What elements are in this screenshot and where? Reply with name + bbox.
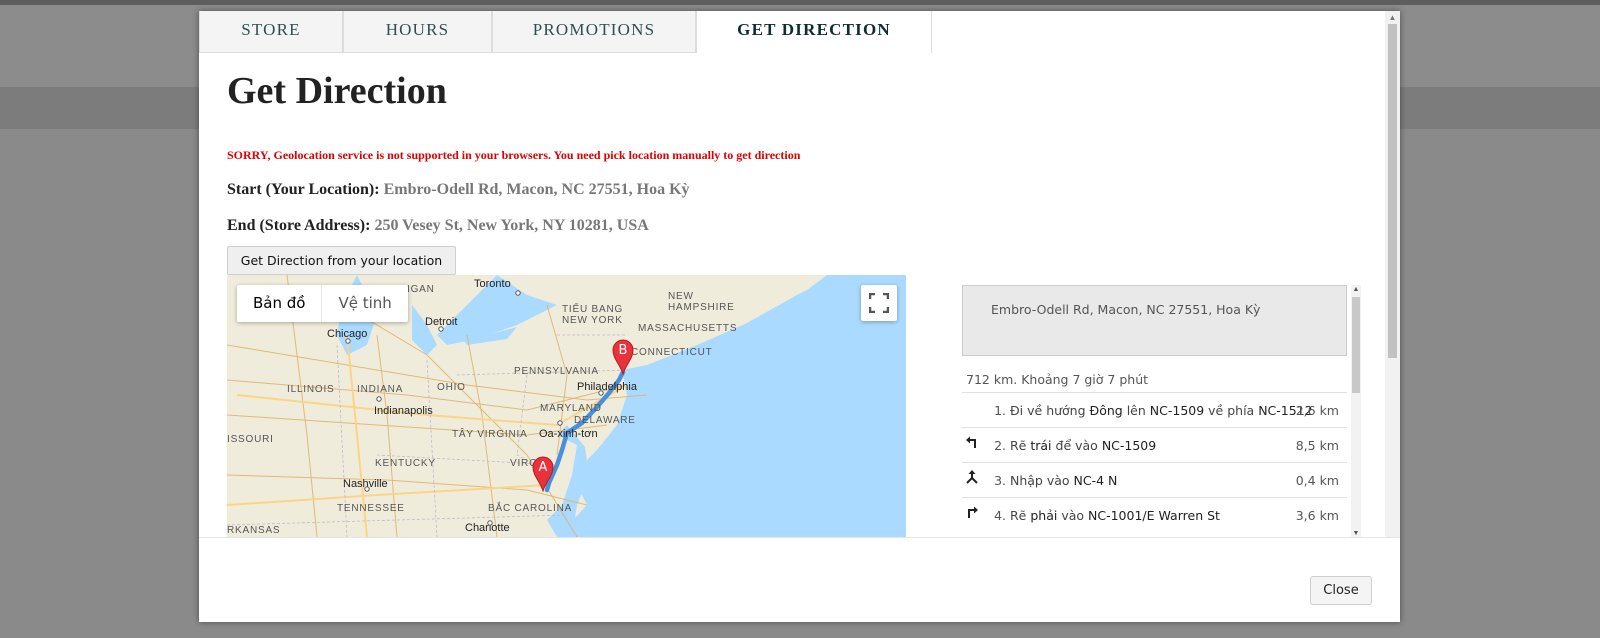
direction-map[interactable]: Toronto HIGAN Detroit Chicago NEW HAMPSHI… <box>227 275 906 537</box>
turn-right-icon <box>965 505 979 521</box>
step-number: 1. <box>994 403 1006 418</box>
step-icon <box>965 400 979 416</box>
map-label-new-york-state: TIỂU BANG NEW YORK <box>562 302 623 326</box>
map-label-maryland: MARYLAND <box>540 403 602 414</box>
map-label-indiana: INDIANA <box>357 384 403 395</box>
step-number: 3. <box>994 473 1006 488</box>
geolocation-error-message: SORRY, Geolocation service is not suppor… <box>227 148 801 162</box>
tab-store[interactable]: STORE <box>199 11 343 53</box>
direction-step[interactable]: 4. Rẽ phải vào NC-1001/E Warren St 3,6 k… <box>962 497 1347 532</box>
end-location-value: 250 Vesey St, New York, NY 10281, USA <box>374 217 649 234</box>
map-label-ohio: OHIO <box>437 382 466 393</box>
step-instruction: Đi về hướng Đông lên NC-1509 về phía NC-… <box>1010 403 1313 418</box>
directions-steps: 1. Đi về hướng Đông lên NC-1509 về phía … <box>962 392 1347 532</box>
direction-step[interactable]: 1. Đi về hướng Đông lên NC-1509 về phía … <box>962 392 1347 427</box>
directions-origin: Embro-Odell Rd, Macon, NC 27551, Hoa Kỳ <box>962 285 1347 356</box>
step-instruction: Nhập vào NC-4 N <box>1010 473 1118 488</box>
map-label-kentucky: KENTUCKY <box>375 458 436 469</box>
get-direction-from-location-button[interactable]: Get Direction from your location <box>227 246 456 275</box>
directions-panel: Embro-Odell Rd, Macon, NC 27551, Hoa Kỳ … <box>962 281 1359 537</box>
map-marker-a-label: A <box>538 460 548 475</box>
map-label-north-carolina: BẮC CAROLINA <box>488 501 572 514</box>
direction-step[interactable]: 3. Nhập vào NC-4 N 0,4 km <box>962 462 1347 497</box>
step-distance: 2,6 km <box>1295 403 1339 418</box>
map-label-pennsylvania: PENNSYLVANIA <box>514 366 599 377</box>
scroll-up-arrow-icon[interactable]: ▲ <box>1352 285 1360 293</box>
step-number: 2. <box>994 438 1006 453</box>
map-label-detroit: Detroit <box>425 316 457 328</box>
map-label-connecticut: CONNECTICUT <box>631 347 713 358</box>
tab-get-direction[interactable]: GET DIRECTION <box>696 11 932 53</box>
map-label-massachusetts: MASSACHUSETTS <box>638 323 737 334</box>
map-label-washington: Oa-xinh-tơn <box>539 428 598 440</box>
start-location-row: Start (Your Location): Embro-Odell Rd, M… <box>227 181 690 199</box>
modal-scrollbar-thumb[interactable] <box>1388 24 1397 358</box>
map-label-illinois: ILLINOIS <box>287 384 335 395</box>
map-label-west-virginia: TÂY VIRGINIA <box>452 427 528 440</box>
step-instruction: Rẽ phải vào NC-1001/E Warren St <box>1010 508 1220 523</box>
map-marker-b[interactable]: B <box>612 339 640 377</box>
map-label-toronto: Toronto <box>474 278 511 290</box>
map-label-tennessee: TENNESSEE <box>337 503 405 514</box>
scroll-up-arrow-icon[interactable]: ▲ <box>1388 13 1397 22</box>
end-location-row: End (Store Address): 250 Vesey St, New Y… <box>227 217 649 235</box>
map-label-delaware: DELAWARE <box>574 415 636 426</box>
merge-icon <box>965 470 979 486</box>
end-location-label: End (Store Address): <box>227 217 371 234</box>
start-location-value: Embro-Odell Rd, Macon, NC 27551, Hoa Kỳ <box>383 181 690 198</box>
step-instruction: Rẽ trái để vào NC-1509 <box>1010 438 1157 453</box>
directions-scrollbar-thumb[interactable] <box>1352 297 1360 393</box>
step-distance: 3,6 km <box>1295 508 1339 523</box>
turn-left-icon <box>965 435 979 451</box>
page-title: Get Direction <box>227 70 447 112</box>
step-distance: 8,5 km <box>1295 438 1339 453</box>
map-marker-a[interactable]: A <box>532 456 560 494</box>
map-label-charlotte: Charlotte <box>465 522 510 534</box>
modal-scrollbar[interactable]: ▲ <box>1385 11 1400 537</box>
step-number: 4. <box>994 508 1006 523</box>
map-marker-b-label: B <box>618 343 628 358</box>
map-label-arkansas: RKANSAS <box>227 525 280 536</box>
modal-footer: Close <box>199 537 1400 622</box>
store-modal: STORE HOURS PROMOTIONS GET DIRECTION Get… <box>199 11 1400 622</box>
tab-hours[interactable]: HOURS <box>343 11 492 53</box>
map-type-map-button[interactable]: Bản đồ <box>237 285 323 322</box>
map-type-satellite-button[interactable]: Vệ tinh <box>322 285 407 322</box>
map-label-chicago: Chicago <box>327 328 367 340</box>
fullscreen-icon <box>869 293 889 313</box>
scroll-down-arrow-icon[interactable]: ▼ <box>1352 529 1360 537</box>
close-button[interactable]: Close <box>1310 576 1372 605</box>
directions-scrollbar[interactable]: ▲ ▼ <box>1351 285 1361 537</box>
direction-step[interactable]: 2. Rẽ trái để vào NC-1509 8,5 km <box>962 427 1347 462</box>
map-label-missouri: ISSOURI <box>227 434 274 445</box>
step-distance: 0,4 km <box>1295 473 1339 488</box>
map-type-control: Bản đồ Vệ tinh <box>237 285 408 322</box>
directions-summary: 712 km. Khoảng 7 giờ 7 phút <box>966 372 1149 387</box>
tab-promotions[interactable]: PROMOTIONS <box>492 11 696 53</box>
map-fullscreen-button[interactable] <box>861 285 897 321</box>
map-label-indianapolis: Indianapolis <box>374 405 433 417</box>
start-location-label: Start (Your Location): <box>227 181 380 198</box>
map-label-philadelphia: Philadelphia <box>577 381 638 393</box>
modal-tabs: STORE HOURS PROMOTIONS GET DIRECTION <box>199 11 932 53</box>
